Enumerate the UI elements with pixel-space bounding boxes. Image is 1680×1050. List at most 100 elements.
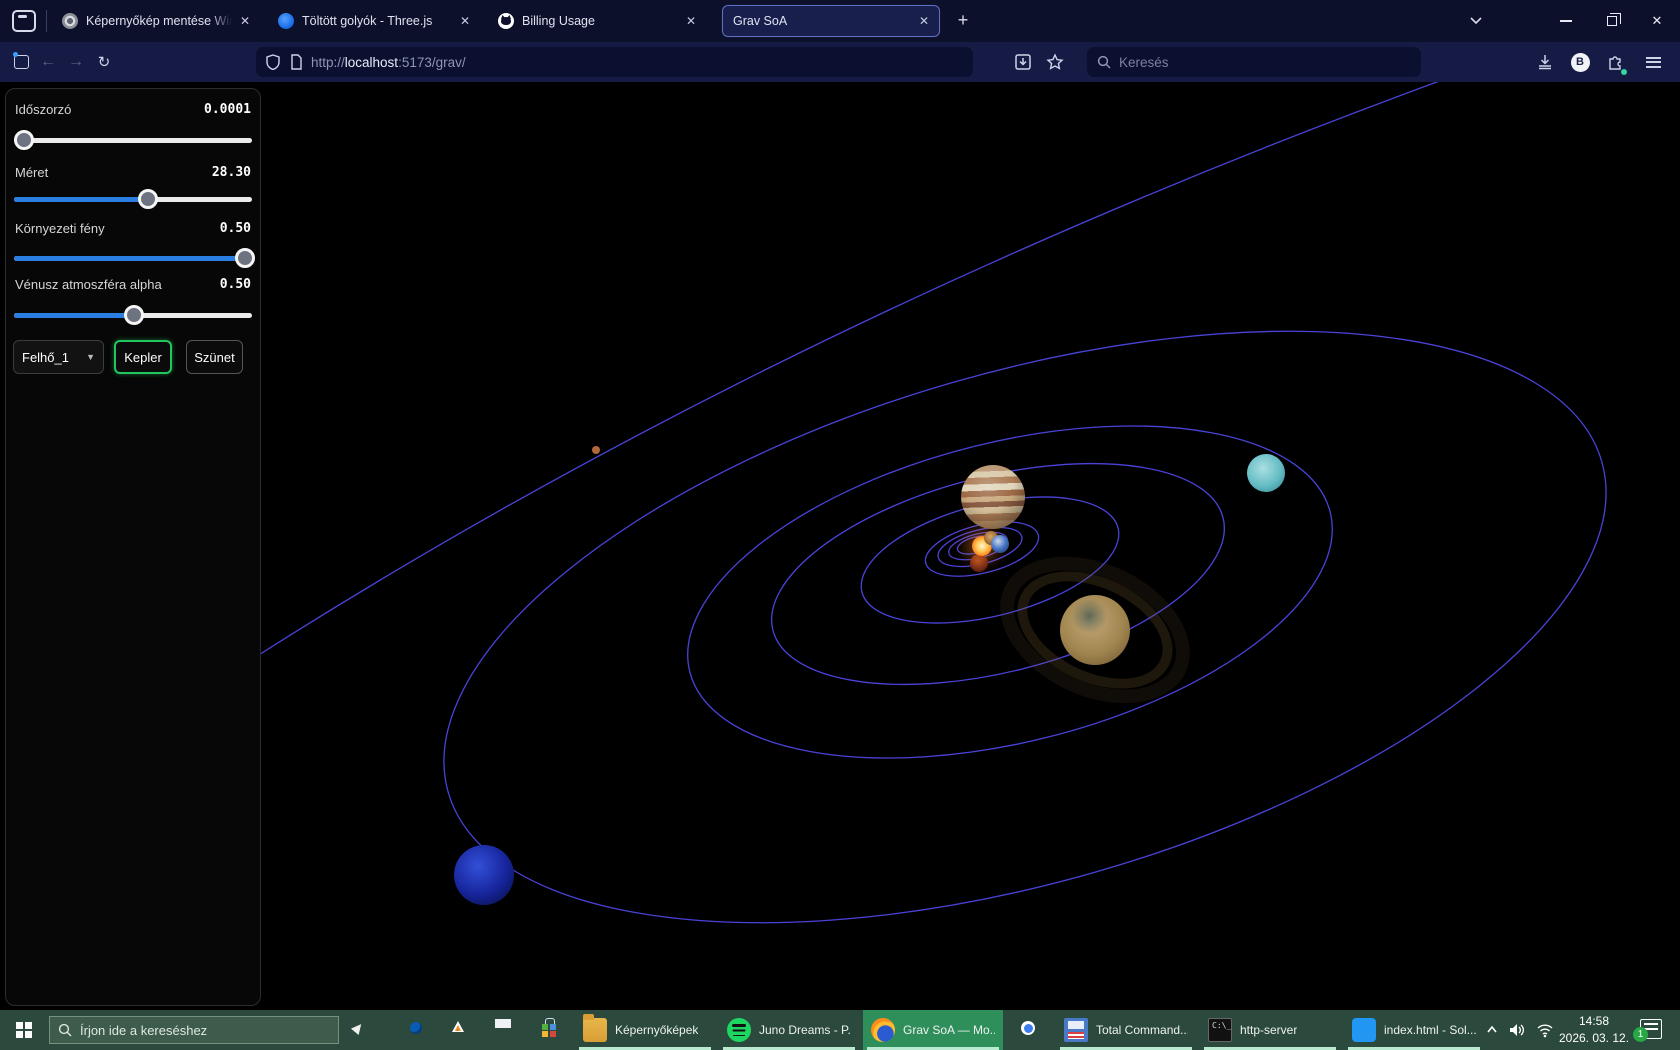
tab-separator [46,10,47,32]
pause-button[interactable]: Szünet [186,340,243,374]
slider-value: 28.30 [212,165,251,180]
plutoid-planet [592,446,600,454]
taskbar-search-placeholder: Írjon ide a kereséshez [80,1023,207,1038]
venus-atmosphere-alpha-slider[interactable] [14,305,252,325]
url-bar[interactable]: http://localhost:5173/grav/ [256,47,973,77]
forward-icon[interactable]: → [64,42,88,82]
tab-close-icon[interactable]: ✕ [686,14,696,28]
slider-label: Környezeti fény [15,221,105,236]
new-tab-button[interactable]: + [950,8,976,34]
tab-close-icon[interactable]: ✕ [460,14,470,28]
reload-icon[interactable]: ↻ [92,42,116,82]
search-placeholder: Keresés [1119,55,1169,70]
comet-orbit-path [240,82,1520,667]
taskbar-button-total-commander[interactable]: Total Command... [1056,1010,1196,1050]
bookmark-star-icon[interactable] [1040,42,1070,82]
downloads-icon[interactable] [1530,42,1560,82]
pinned-app-meter-icon[interactable] [491,1016,519,1044]
mars-planet [970,554,988,572]
bitwarden-extension-icon[interactable]: B [1565,42,1595,82]
navigation-toolbar: ← → ↻ http://localhost:5173/grav/ Keresé… [0,42,1680,82]
pinned-app-sphere-icon[interactable] [345,1016,373,1044]
notification-badge: 1 [1633,1027,1648,1042]
tab-title: Billing Usage [522,14,678,28]
kepler-button[interactable]: Kepler [114,340,172,374]
close-window-button[interactable]: ✕ [1634,0,1680,42]
uranus-planet [1247,454,1285,492]
edge-icon[interactable] [403,1016,431,1044]
earth-planet [991,535,1009,553]
search-icon [58,1023,72,1037]
page-info-icon[interactable] [290,54,303,70]
taskbar-button-vscode[interactable]: index.html - Sol... [1344,1010,1484,1050]
tab-grav-soa-active[interactable]: Grav SoA ✕ [722,5,940,37]
speaker-icon[interactable] [1508,1010,1526,1050]
tab-threejs[interactable]: Töltött golyók - Three.js ✕ [268,5,480,37]
spiral-favicon-icon [62,13,78,29]
firefox-view-icon[interactable] [12,10,36,32]
folder-icon [583,1018,607,1042]
simulation-control-panel: Időszorzó 0.0001 Méret 28.30 Környezeti … [5,88,261,1006]
shield-icon[interactable] [266,54,280,70]
slider-value: 0.50 [220,277,251,292]
slider-thumb[interactable] [138,189,158,209]
total-commander-icon [1064,1018,1088,1042]
neptune-planet [454,845,514,905]
slider-thumb[interactable] [14,130,34,150]
chrome-icon[interactable] [1016,1016,1044,1044]
github-favicon-icon [498,13,514,29]
jupiter-planet [961,465,1025,529]
tray-chevron-up-icon[interactable] [1484,1010,1500,1050]
slider-thumb[interactable] [235,248,255,268]
search-input[interactable]: Keresés [1087,47,1421,77]
search-icon [1097,55,1111,69]
size-slider[interactable] [14,189,252,209]
clock[interactable]: 14:58 2026. 03. 12. [1552,1013,1636,1047]
taskbar-button-firefox-active[interactable]: Grav SoA — Mo... [863,1010,1003,1050]
cloud-select-dropdown[interactable]: Felhő_1 ▼ [13,340,104,374]
tab-screenshot[interactable]: Képernyőkép mentése Windows ✕ [52,5,260,37]
save-page-icon[interactable] [1008,42,1038,82]
start-button[interactable] [0,1010,48,1050]
extension-alert-dot [1621,69,1627,75]
taskbar-search-input[interactable]: Írjon ide a kereséshez [49,1016,339,1044]
terminal-icon [1208,1018,1232,1042]
slider-value: 0.0001 [204,102,251,117]
tab-title: Töltött golyók - Three.js [302,14,452,28]
ambient-light-slider[interactable] [14,248,252,268]
minimize-button[interactable] [1543,0,1589,42]
restore-button[interactable] [1589,0,1635,42]
saturn-planet [1060,595,1130,665]
slider-label: Vénusz atmoszféra alpha [15,277,162,292]
extensions-puzzle-icon[interactable] [1600,42,1630,82]
vscode-icon [1352,1018,1376,1042]
action-center-icon[interactable]: 1 [1640,1019,1662,1039]
slider-thumb[interactable] [124,305,144,325]
sidebar-toggle-icon[interactable] [8,42,34,82]
back-icon[interactable]: ← [36,42,60,82]
pinned-app-knot-icon[interactable] [446,1016,474,1044]
taskbar-button-http-server[interactable]: http-server [1200,1010,1340,1050]
taskbar-button-spotify[interactable]: Juno Dreams - P... [719,1010,859,1050]
tab-close-icon[interactable]: ✕ [240,14,250,28]
time-scale-slider[interactable] [14,130,252,150]
slider-label: Időszorzó [15,102,71,117]
slider-label: Méret [15,165,48,180]
url-text: http://localhost:5173/grav/ [311,55,466,70]
spotify-icon [727,1018,751,1042]
taskbar-button-screenshots[interactable]: Képernyőképek [575,1010,715,1050]
tab-close-icon[interactable]: ✕ [919,14,929,28]
windows-taskbar: Írjon ide a kereséshez Képernyőképek Jun… [0,1010,1680,1050]
tab-title: Grav SoA [733,14,911,28]
tab-billing[interactable]: Billing Usage ✕ [488,5,706,37]
tab-title: Képernyőkép mentése Windows [86,14,232,28]
microsoft-store-icon[interactable] [537,1016,565,1044]
chevron-down-icon: ▼ [86,352,95,362]
tray-time: 14:58 [1552,1013,1636,1030]
blue-dot-favicon-icon [278,13,294,29]
list-all-tabs-chevron-icon[interactable] [1468,12,1494,30]
firefox-icon [871,1018,895,1042]
menu-hamburger-icon[interactable] [1638,42,1668,82]
dropdown-value: Felhő_1 [22,350,69,365]
slider-value: 0.50 [220,221,251,236]
